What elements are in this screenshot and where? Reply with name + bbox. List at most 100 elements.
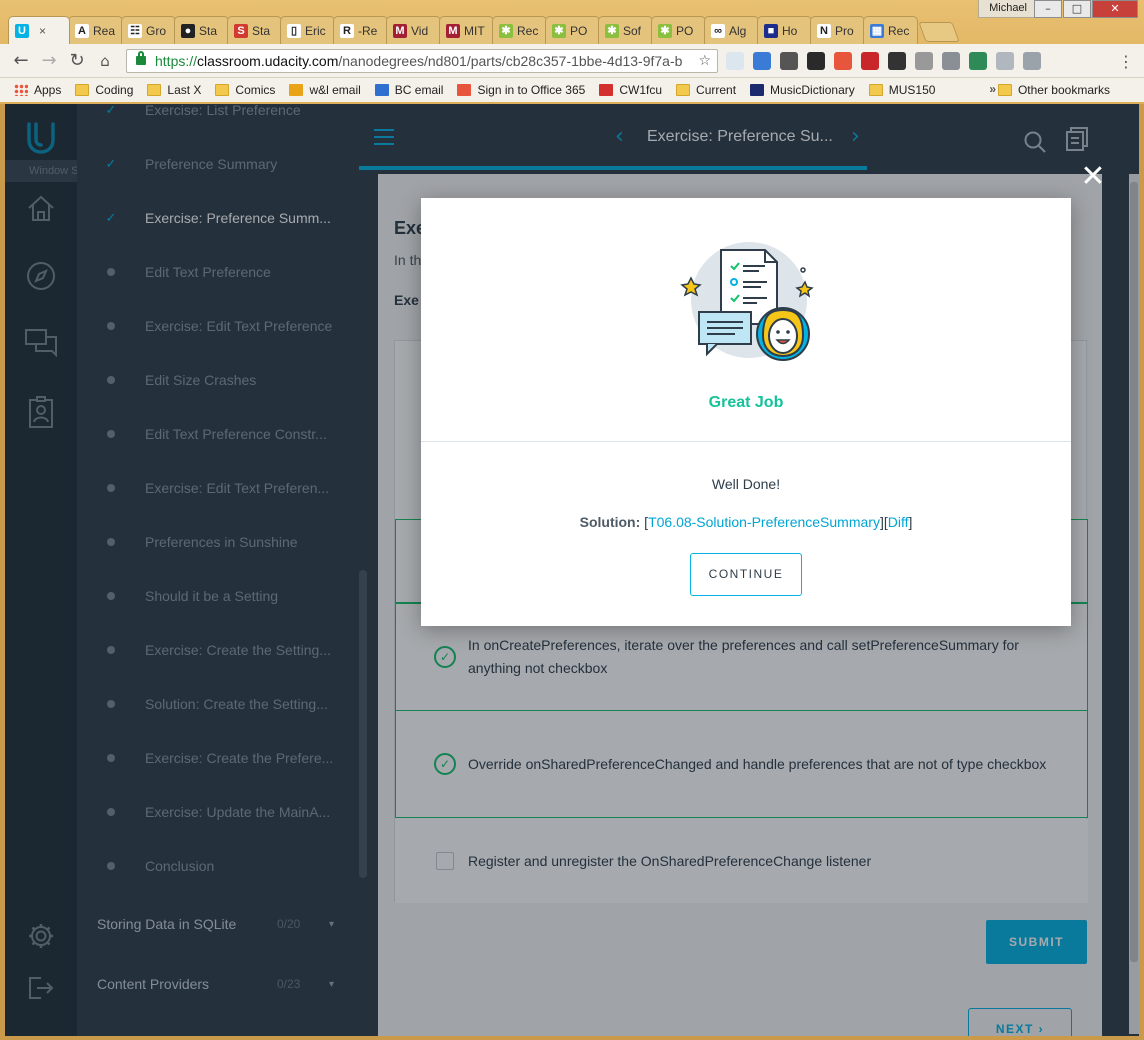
extension-icon[interactable] [780,52,798,70]
home-icon[interactable]: ⌂ [94,50,116,72]
tab-favicon-icon: R [340,23,354,38]
profile-button[interactable]: Michael [978,0,1038,18]
folder-icon [676,84,691,96]
chrome-menu-icon[interactable]: ⋮ [1118,52,1134,71]
extension-icon[interactable] [834,52,852,70]
continue-button[interactable]: CONTINUE [690,553,802,596]
browser-tab[interactable]: ● Sta [174,16,229,44]
other-bookmarks-label: Other bookmarks [1017,83,1110,97]
browser-tab[interactable]: R -Re [333,16,388,44]
extension-icon[interactable] [996,52,1014,70]
bookmark-label: Current [696,83,737,97]
diff-link[interactable]: Diff [888,514,909,530]
bookmark-item[interactable]: Sign in to Office 365 [457,83,585,97]
site-favicon-icon [289,84,304,96]
tab-strip: U × A Rea ☷ Gro ● Sta S Sta ▯ Eric R -Re M Vid M MIT ✱ Rec ✱… [8,16,960,44]
tab-favicon-icon: ☷ [128,23,142,38]
bookmark-item[interactable]: w&l email [289,83,361,97]
tab-favicon-icon: U [15,23,29,38]
bookmark-item[interactable]: Last X [147,83,201,97]
bookmark-item[interactable]: MUS150 [868,83,936,97]
bookmark-label: Apps [34,83,62,97]
modal-heading: Great Job [708,394,784,411]
browser-tab[interactable]: ▦ Rec [863,16,918,44]
browser-tab[interactable]: N Pro [810,16,865,44]
bookmark-item[interactable]: Apps [14,83,61,97]
bookmarks-overflow-icon[interactable]: » [989,82,996,96]
browser-tab[interactable]: ✱ PO [545,16,600,44]
bookmark-star-icon[interactable]: ☆ [698,50,711,72]
back-button[interactable]: ← [10,50,32,72]
solution-link[interactable]: T06.08-Solution-PreferenceSummary [648,514,880,530]
browser-tab[interactable]: M Vid [386,16,441,44]
browser-tab[interactable]: ✱ Rec [492,16,547,44]
celebration-illustration [677,238,817,368]
browser-tab[interactable]: ✱ PO [651,16,706,44]
extension-icon[interactable] [726,52,744,70]
maximize-button[interactable]: □ [1063,0,1091,18]
tab-favicon-icon: ∞ [711,23,725,38]
bookmark-item[interactable]: Comics [215,83,275,97]
bookmark-label: Sign in to Office 365 [477,83,586,97]
bookmark-list: Apps Coding Last X Comics w&l email BC email S… [14,83,949,97]
minimize-button[interactable]: – [1034,0,1062,18]
browser-tab[interactable]: A Rea [68,16,123,44]
browser-tab[interactable]: M MIT [439,16,494,44]
browser-tab[interactable]: ☷ Gro [121,16,176,44]
url-host: classroom.udacity.com [197,53,339,69]
tab-favicon-icon: M [446,23,460,38]
extension-icon[interactable] [942,52,960,70]
extension-icon[interactable] [888,52,906,70]
tab-title: Ho [782,23,798,38]
tab-title: Pro [835,23,854,38]
solution-label: Solution: [579,514,641,530]
bookmark-item[interactable]: Coding [75,83,133,97]
extensions-area [726,52,1041,70]
tab-close-icon[interactable]: × [39,24,46,38]
tab-favicon-icon: M [393,23,407,38]
tab-title: Sta [252,23,271,38]
bookmark-item[interactable]: Current [676,83,736,97]
browser-toolbar: ← → ↻ ⌂ https://classroom.udacity.com/na… [0,44,1144,78]
forward-button[interactable]: → [38,50,60,72]
bookmark-item[interactable]: MusicDictionary [750,83,855,97]
modal-divider [421,441,1071,442]
browser-tab[interactable]: ■ Ho [757,16,812,44]
folder-icon [75,84,90,96]
window-close-button[interactable]: ✕ [1092,0,1138,18]
tab-favicon-icon: ✱ [658,23,672,38]
extension-icon[interactable] [1023,52,1041,70]
lock-icon [136,51,146,65]
browser-tab[interactable]: S Sta [227,16,282,44]
tab-title: Vid [411,23,429,38]
bookmarks-bar: Apps Coding Last X Comics w&l email BC email S… [0,78,1144,102]
new-tab-button[interactable] [918,22,960,42]
site-favicon-icon [374,84,389,96]
extension-icon[interactable] [807,52,825,70]
other-bookmarks[interactable]: Other bookmarks [997,78,1110,102]
browser-tab[interactable]: ✱ Sof [598,16,653,44]
browser-tab[interactable]: ∞ Alg [704,16,759,44]
browser-tab[interactable]: U × [8,16,70,44]
tab-favicon-icon: ● [181,23,195,38]
address-bar[interactable]: https://classroom.udacity.com/nanodegree… [126,49,718,73]
bookmark-label: MusicDictionary [770,83,855,97]
tab-favicon-icon: ▯ [287,23,301,38]
bookmark-label: Coding [95,83,134,97]
folder-icon [147,84,162,96]
bookmark-label: w&l email [309,83,361,97]
extension-icon[interactable] [969,52,987,70]
bookmark-label: MUS150 [888,83,936,97]
extension-icon[interactable] [915,52,933,70]
bookmark-label: CW1fcu [619,83,663,97]
extension-icon[interactable] [753,52,771,70]
extension-icon[interactable] [861,52,879,70]
bookmark-item[interactable]: BC email [374,83,443,97]
tab-title: -Re [358,23,378,38]
tab-title: PO [570,23,588,38]
modal-close-button[interactable]: ✕ [1079,162,1107,192]
reload-button[interactable]: ↻ [66,50,88,72]
bookmark-item[interactable]: CW1fcu [599,83,662,97]
tab-title: MIT [464,23,485,38]
browser-tab[interactable]: ▯ Eric [280,16,335,44]
